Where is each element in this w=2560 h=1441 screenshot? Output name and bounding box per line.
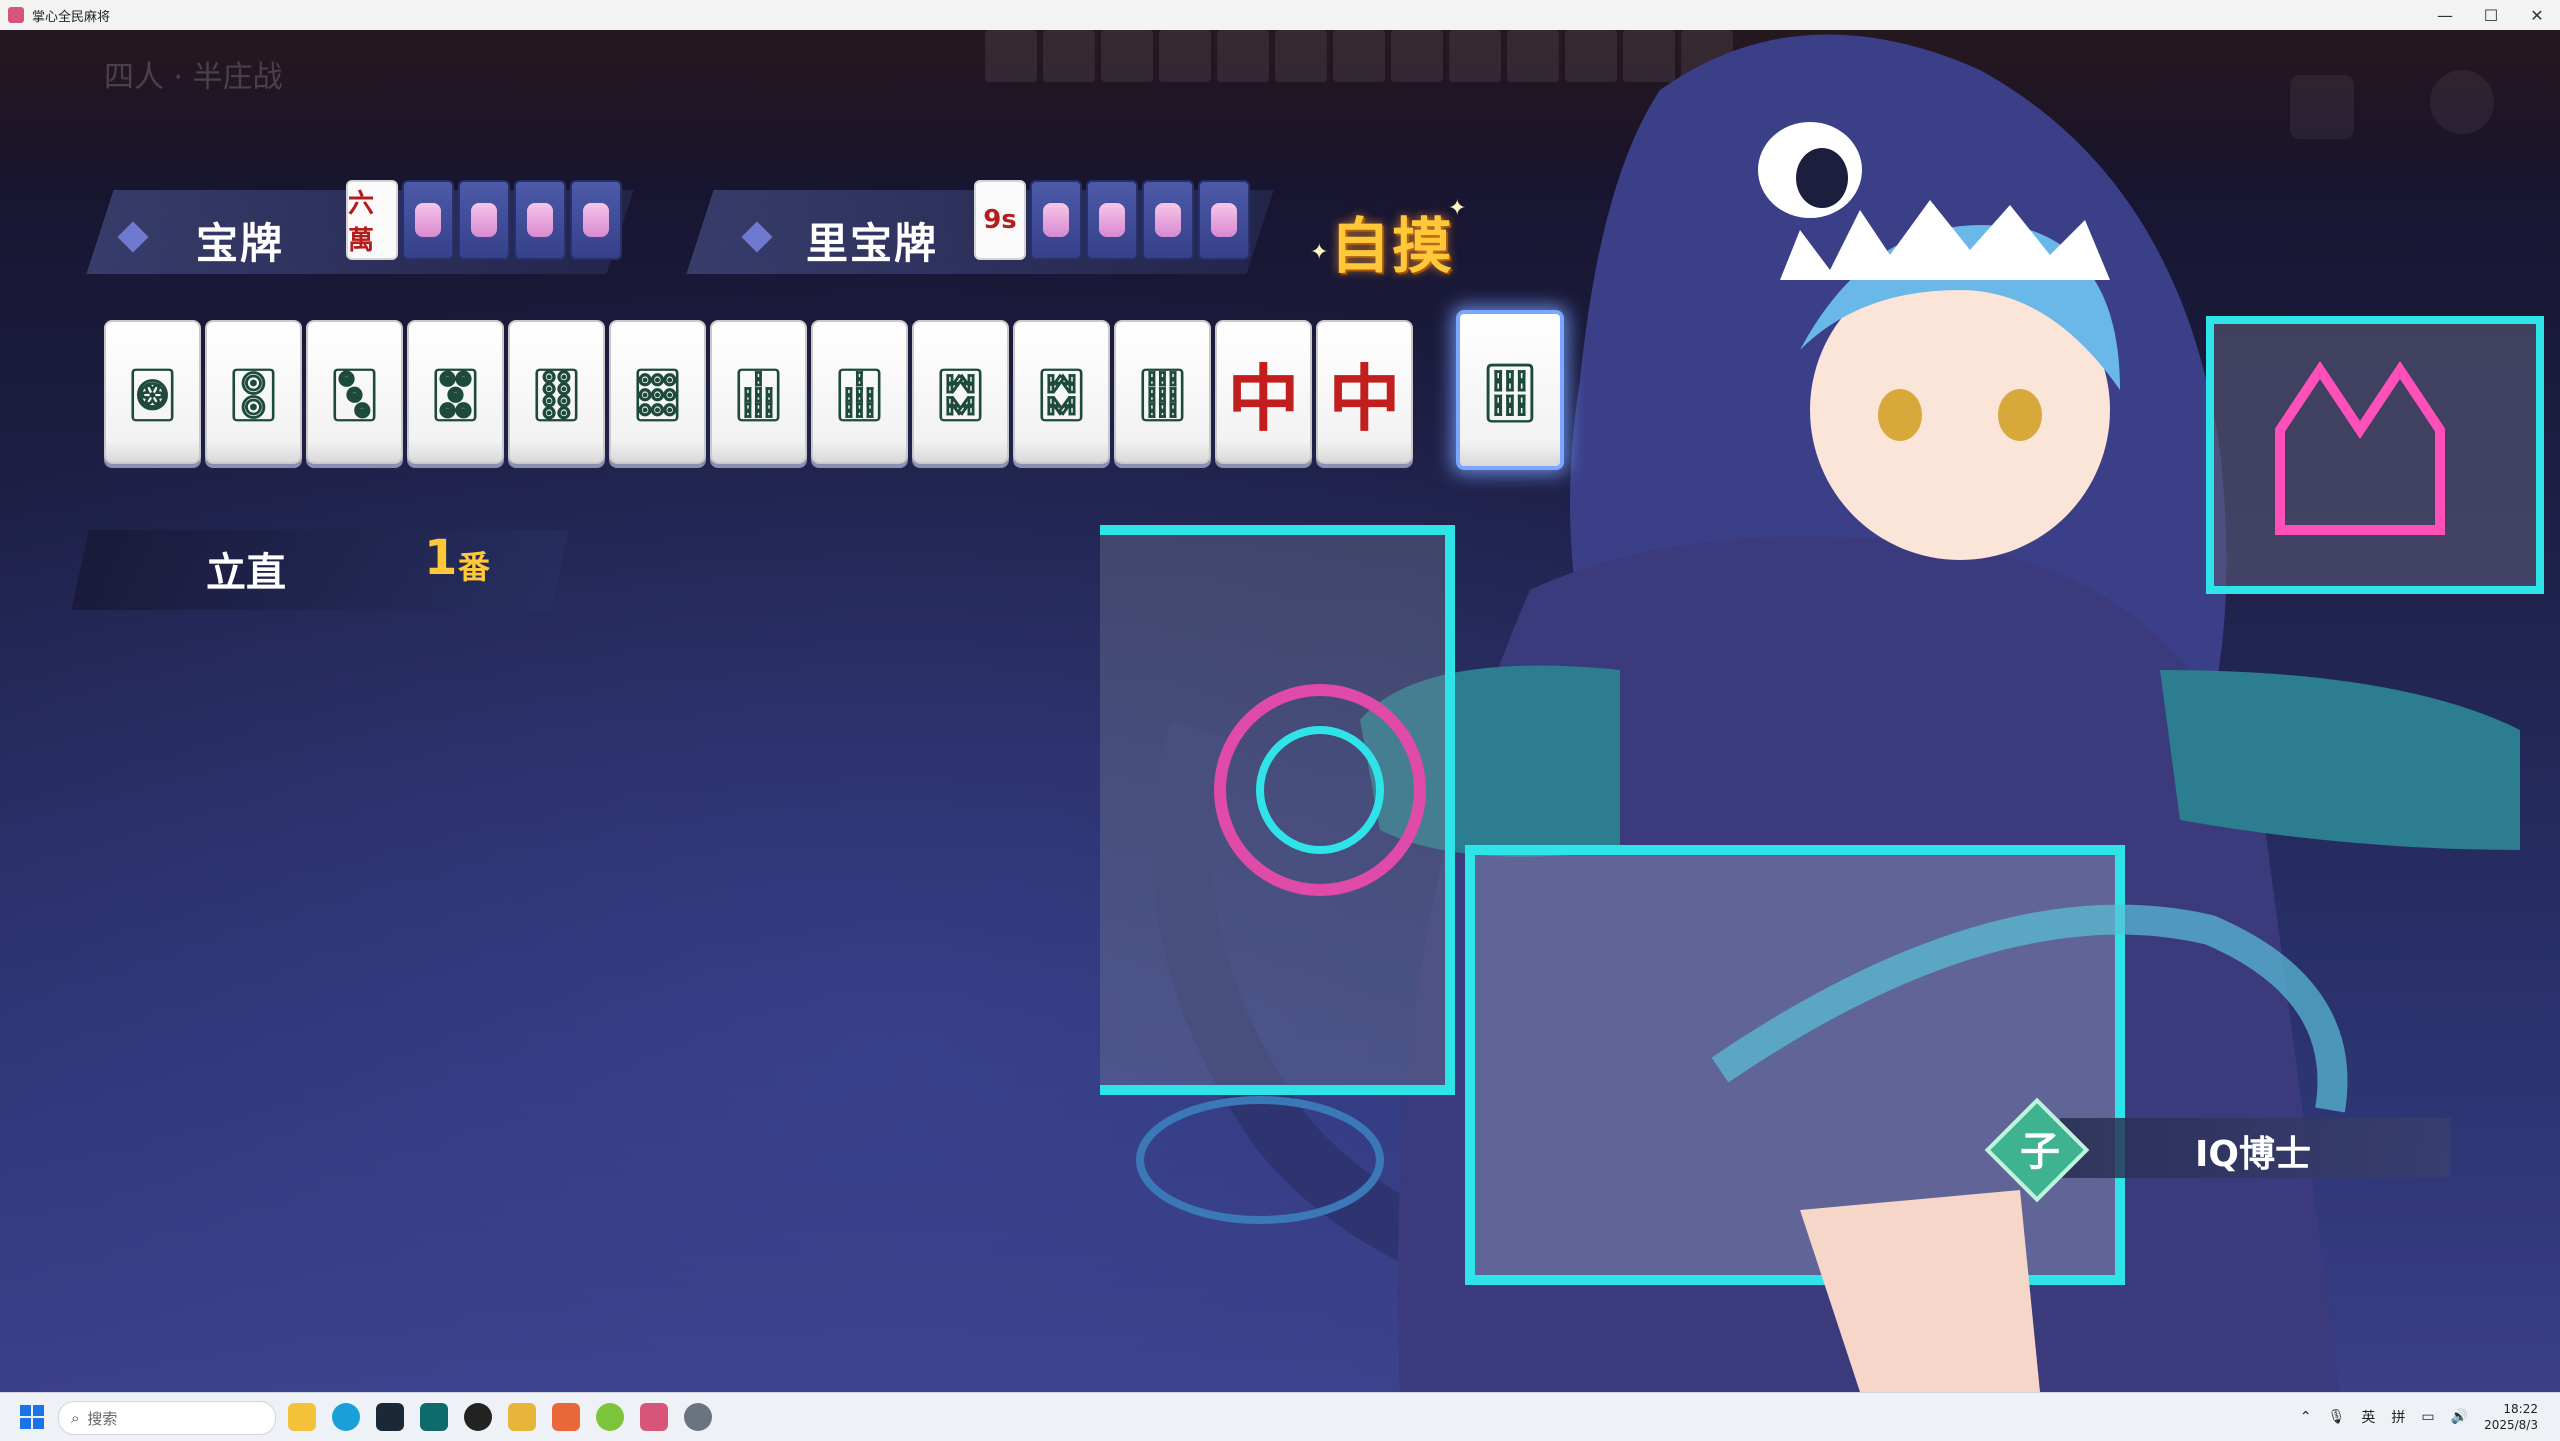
hand-tile-8p: 🀠 [508, 320, 605, 464]
window-titlebar: 掌心全民麻将 — ☐ ✕ [0, 0, 2560, 31]
app-icon[interactable] [552, 1403, 580, 1431]
yaku-band [71, 530, 569, 610]
dora-facedown-tile [402, 180, 454, 260]
hand-tile-chun: 中 [1316, 320, 1413, 464]
network-icon[interactable]: ▭ [2421, 1409, 2434, 1425]
volume-icon[interactable]: 🔊 [2451, 1409, 2468, 1425]
winning-tile: 🀕 [1456, 310, 1564, 470]
close-button[interactable]: ✕ [2514, 0, 2560, 30]
clock-date: 2025/8/3 [2484, 1418, 2538, 1432]
yaku-name: 立直 [206, 550, 286, 596]
dora-facedown-tile [570, 180, 622, 260]
hand-tile-1p: 🀙 [104, 320, 201, 464]
windows-taskbar: ⌕ 搜索 ⌃ 🎙 英 拼 ▭ 🔊 18:22 2025/8/3 [0, 1392, 2560, 1441]
search-placeholder: 搜索 [87, 1409, 118, 1428]
winning-hand: 🀙 🀚 🀛 🀝 🀠 🀡 🀖 🀖 🀗 🀗 🀘 中中 [104, 320, 1413, 464]
minimize-button[interactable]: — [2422, 0, 2468, 30]
character-right-eye [1998, 389, 2042, 441]
microphone-icon[interactable]: 🎙 [2328, 1409, 2346, 1425]
seat-badge-label: 子 [2020, 1129, 2060, 1175]
ura-dora-label: 里宝牌 [806, 219, 939, 268]
mahjong-app-icon[interactable] [640, 1403, 668, 1431]
hand-tile-8s: 🀗 [912, 320, 1009, 464]
dora-tiles: 六萬 [346, 180, 622, 260]
dora-indicator-tile: 六萬 [346, 180, 398, 260]
tsumo-label: 自摸 [1330, 212, 1454, 282]
hand-tile-7s: 🀖 [811, 320, 908, 464]
ura-dora-facedown-tile [1142, 180, 1194, 260]
character-illustration [1100, 34, 2544, 1392]
system-tray: ⌃ 🎙 英 拼 ▭ 🔊 18:22 2025/8/3 [2292, 1393, 2560, 1441]
window-controls: — ☐ ✕ [2422, 0, 2560, 30]
dora-facedown-tile [514, 180, 566, 260]
hand-tile-3p: 🀛 [306, 320, 403, 464]
hand-tile-7s: 🀖 [710, 320, 807, 464]
ime-pinyin[interactable]: 拼 [2391, 1407, 2405, 1427]
hand-tile-2p: 🀚 [205, 320, 302, 464]
game-mode-label: 四人 · 半庄战 [104, 60, 283, 95]
hand-tile-5p: 🀝 [407, 320, 504, 464]
sparkle-icon: ✦ [1310, 240, 1329, 265]
start-button[interactable] [20, 1405, 44, 1429]
search-icon: ⌕ [71, 1409, 80, 1427]
settings-icon[interactable] [684, 1403, 712, 1431]
ime-mode[interactable]: 英 [2361, 1407, 2375, 1427]
hand-tile-8s: 🀗 [1013, 320, 1110, 464]
taskbar-search[interactable]: ⌕ 搜索 [58, 1401, 276, 1435]
dora-label: 宝牌 [196, 219, 285, 268]
app-icon[interactable] [464, 1403, 492, 1431]
character-left-eye [1878, 389, 1922, 441]
app-icon[interactable] [596, 1403, 624, 1431]
chevron-up-icon[interactable]: ⌃ [2300, 1409, 2312, 1425]
ura-dora-indicator-tile: 9s [974, 180, 1026, 260]
sparkle-icon: ✦ [1448, 196, 1467, 221]
ura-dora-facedown-tile [1198, 180, 1250, 260]
hand-tile-9s: 🀘 [1114, 320, 1211, 464]
hood-pupil [1796, 148, 1848, 208]
file-explorer-icon[interactable] [288, 1403, 316, 1431]
app-icon [8, 7, 24, 23]
ura-dora-facedown-tile [1086, 180, 1138, 260]
window-title: 掌心全民麻将 [32, 9, 111, 25]
ura-dora-facedown-tile [1030, 180, 1082, 260]
hologram-panel-right [2206, 316, 2544, 594]
clock[interactable]: 18:22 2025/8/3 [2476, 1401, 2546, 1433]
yaku-han-value: 1 [424, 530, 458, 586]
app-icon[interactable] [420, 1403, 448, 1431]
game-area: 四人 · 半庄战 宝牌 六萬 里宝牌 9s 自摸 ✦ ✦ 🀙 🀚 🀛 🀝 🀠 🀡… [0, 30, 2560, 1392]
hand-tile-9p: 🀡 [609, 320, 706, 464]
right-sleeve [2160, 670, 2520, 850]
maximize-button[interactable]: ☐ [2468, 0, 2514, 30]
app-icon[interactable] [508, 1403, 536, 1431]
dora-facedown-tile [458, 180, 510, 260]
clock-time: 18:22 [2503, 1402, 2538, 1416]
ura-dora-tiles: 9s [974, 180, 1250, 260]
player-name: IQ博士 [2195, 1134, 2311, 1175]
hand-tile-chun: 中 [1215, 320, 1312, 464]
edge-browser-icon[interactable] [332, 1403, 360, 1431]
steam-icon[interactable] [376, 1403, 404, 1431]
yaku-han-unit: 番 [458, 548, 491, 586]
hologram-panel-left [1100, 525, 1455, 1095]
